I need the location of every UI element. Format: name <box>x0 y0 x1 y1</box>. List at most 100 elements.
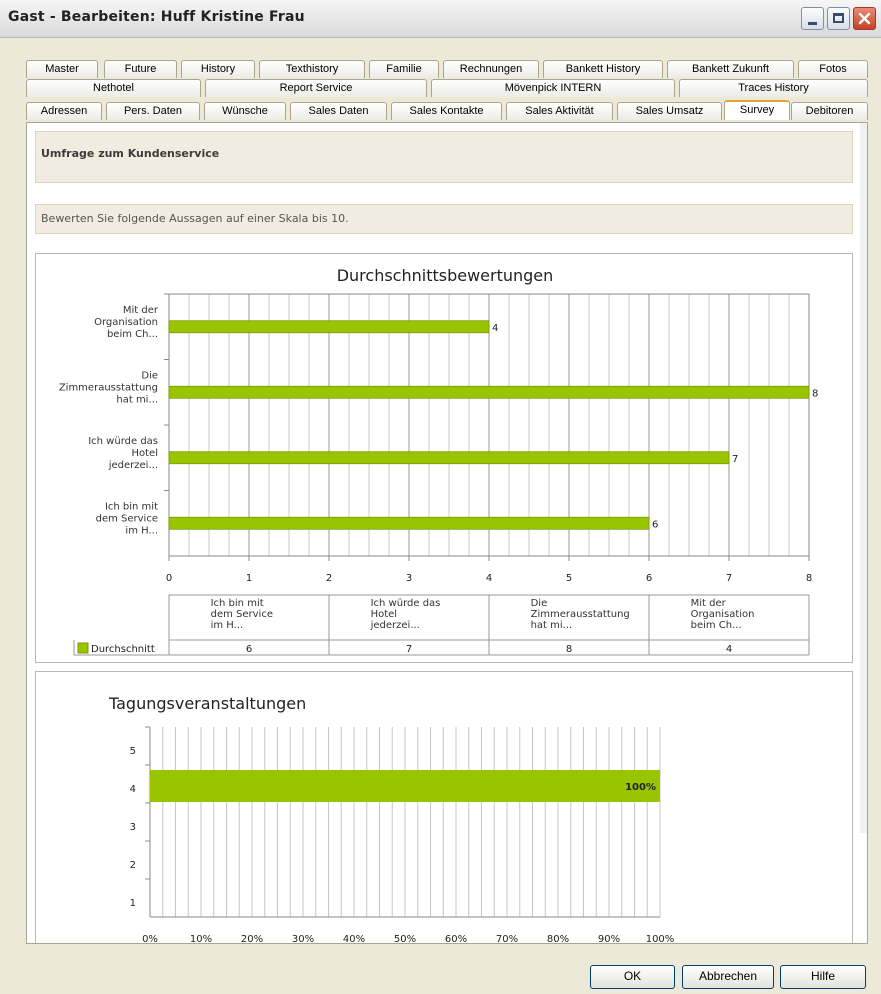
table-column-header: Hotel <box>371 609 398 620</box>
tab-row-2: Nethotel Report Service Mövenpick INTERN Tr… <box>26 79 868 98</box>
minimize-icon <box>808 22 817 25</box>
category-label: 1 <box>130 898 136 909</box>
x-tick-label: 50% <box>394 934 416 944</box>
bar <box>150 770 660 802</box>
x-tick-label: 10% <box>190 934 212 944</box>
x-tick-label: 6 <box>646 573 652 584</box>
bar-value-label: 100% <box>625 782 656 793</box>
table-column-header: Ich bin mit <box>211 598 264 609</box>
tab-moevenpick-intern[interactable]: Mövenpick INTERN <box>431 79 675 97</box>
tab-bankett-zukunft[interactable]: Bankett Zukunft <box>667 60 794 78</box>
survey-heading-box: Umfrage zum Kundenservice <box>35 131 853 183</box>
category-label: Hotel <box>132 448 159 459</box>
table-column-header: Ich würde das <box>371 598 441 609</box>
tab-sales-aktivitaet[interactable]: Sales Aktivität <box>506 102 613 120</box>
survey-panel: Umfrage zum Kundenservice Bewerten Sie f… <box>26 122 868 944</box>
tab-pers-daten[interactable]: Pers. Daten <box>106 102 200 120</box>
bar-value-label: 8 <box>812 388 818 399</box>
category-label: beim Ch... <box>107 329 158 340</box>
category-label: 5 <box>130 746 136 757</box>
tab-master[interactable]: Master <box>26 60 98 78</box>
help-button[interactable]: Hilfe <box>780 965 866 989</box>
table-column-header: jederzei... <box>370 620 420 631</box>
category-label: 3 <box>130 822 136 833</box>
category-label: Zimmerausstattung <box>59 382 158 393</box>
legend-swatch <box>77 642 89 654</box>
tab-row-3: Adressen Pers. Daten Wünsche Sales Daten Sal… <box>26 100 868 121</box>
meeting-events-chart: Tagungsveranstaltungen 5 4 100% 3 2 1 0% 10% 20% 3… <box>35 671 853 944</box>
tab-report-service[interactable]: Report Service <box>205 79 427 97</box>
survey-heading: Umfrage zum Kundenservice <box>41 147 220 160</box>
maximize-button[interactable] <box>827 7 850 30</box>
chart-title: Tagungsveranstaltungen <box>108 694 306 713</box>
table-column-header: Die <box>531 598 548 609</box>
x-tick-label: 4 <box>486 573 492 584</box>
tab-wuensche[interactable]: Wünsche <box>204 102 286 120</box>
table-value: 4 <box>726 644 732 655</box>
average-ratings-chart: Durchschnittsbewertungen 4 Mit der Organisa… <box>35 253 853 663</box>
category-label: 2 <box>130 860 136 871</box>
tab-sales-umsatz[interactable]: Sales Umsatz <box>617 102 722 120</box>
tab-familie[interactable]: Familie <box>369 60 439 78</box>
ok-button[interactable]: OK <box>590 965 675 989</box>
bar <box>168 385 810 399</box>
x-tick-label: 0 <box>166 573 172 584</box>
table-column-header: dem Service <box>211 609 273 620</box>
tab-texthistory[interactable]: Texthistory <box>259 60 365 78</box>
scrollbar[interactable] <box>860 123 867 833</box>
x-tick-label: 5 <box>566 573 572 584</box>
x-tick-label: 2 <box>326 573 332 584</box>
category-label: Ich bin mit <box>105 501 158 512</box>
x-tick-label: 3 <box>406 573 412 584</box>
tab-bankett-history[interactable]: Bankett History <box>543 60 663 78</box>
x-tick-label: 30% <box>292 934 314 944</box>
maximize-icon <box>833 13 844 23</box>
bar-value-label: 7 <box>732 454 738 465</box>
close-button[interactable] <box>853 7 876 30</box>
survey-instruction: Bewerten Sie folgende Aussagen auf einer… <box>41 212 349 225</box>
x-tick-label: 0% <box>142 934 158 944</box>
meeting-events-chart-svg: Tagungsveranstaltungen54 100%3210% 10% 20% 3… <box>108 694 675 944</box>
tab-sales-daten[interactable]: Sales Daten <box>290 102 387 120</box>
tab-rechnungen[interactable]: Rechnungen <box>443 60 539 78</box>
tab-sales-kontakte[interactable]: Sales Kontakte <box>391 102 502 120</box>
window-title: Gast - Bearbeiten: Huff Kristine Frau <box>8 9 305 25</box>
x-tick-label: 70% <box>496 934 518 944</box>
tab-future[interactable]: Future <box>104 60 177 78</box>
x-tick-label: 90% <box>598 934 620 944</box>
cancel-button[interactable]: Abbrechen <box>682 965 774 989</box>
x-tick-label: 7 <box>726 573 732 584</box>
x-tick-label: 80% <box>547 934 569 944</box>
bar-value-label: 6 <box>652 519 658 530</box>
x-tick-label: 100% <box>646 934 675 944</box>
x-tick-label: 20% <box>241 934 263 944</box>
category-label: Mit der <box>123 305 159 316</box>
table-column-header: beim Ch... <box>691 620 742 631</box>
tab-survey[interactable]: Survey <box>724 100 790 120</box>
tab-fotos[interactable]: Fotos <box>798 60 868 78</box>
table-column-header: Organisation <box>691 609 755 620</box>
x-tick-label: 1 <box>246 573 252 584</box>
minimize-button[interactable] <box>801 7 824 30</box>
tab-nethotel[interactable]: Nethotel <box>26 79 201 97</box>
tab-history[interactable]: History <box>181 60 255 78</box>
tab-row-1: Master Future History Texthistory Familie Rec… <box>26 60 868 79</box>
table-column-header: im H... <box>211 620 244 631</box>
bar <box>168 320 490 334</box>
chart-title: Durchschnittsbewertungen <box>337 266 554 285</box>
table-value: 8 <box>566 644 572 655</box>
tab-debitoren[interactable]: Debitoren <box>791 102 868 120</box>
tab-traces-history[interactable]: Traces History <box>679 79 868 97</box>
x-tick-label: 40% <box>343 934 365 944</box>
category-label: dem Service <box>96 513 158 524</box>
table-column-header: Mit der <box>691 598 727 609</box>
window-titlebar[interactable]: Gast - Bearbeiten: Huff Kristine Frau <box>0 0 881 38</box>
category-label: hat mi... <box>116 394 158 405</box>
tab-adressen[interactable]: Adressen <box>26 102 102 120</box>
table-value: 7 <box>406 644 412 655</box>
bar <box>168 451 730 465</box>
category-label: 4 <box>130 784 136 795</box>
category-label: im H... <box>125 525 158 536</box>
x-tick-label: 8 <box>806 573 812 584</box>
table-column-header: hat mi... <box>531 620 573 631</box>
